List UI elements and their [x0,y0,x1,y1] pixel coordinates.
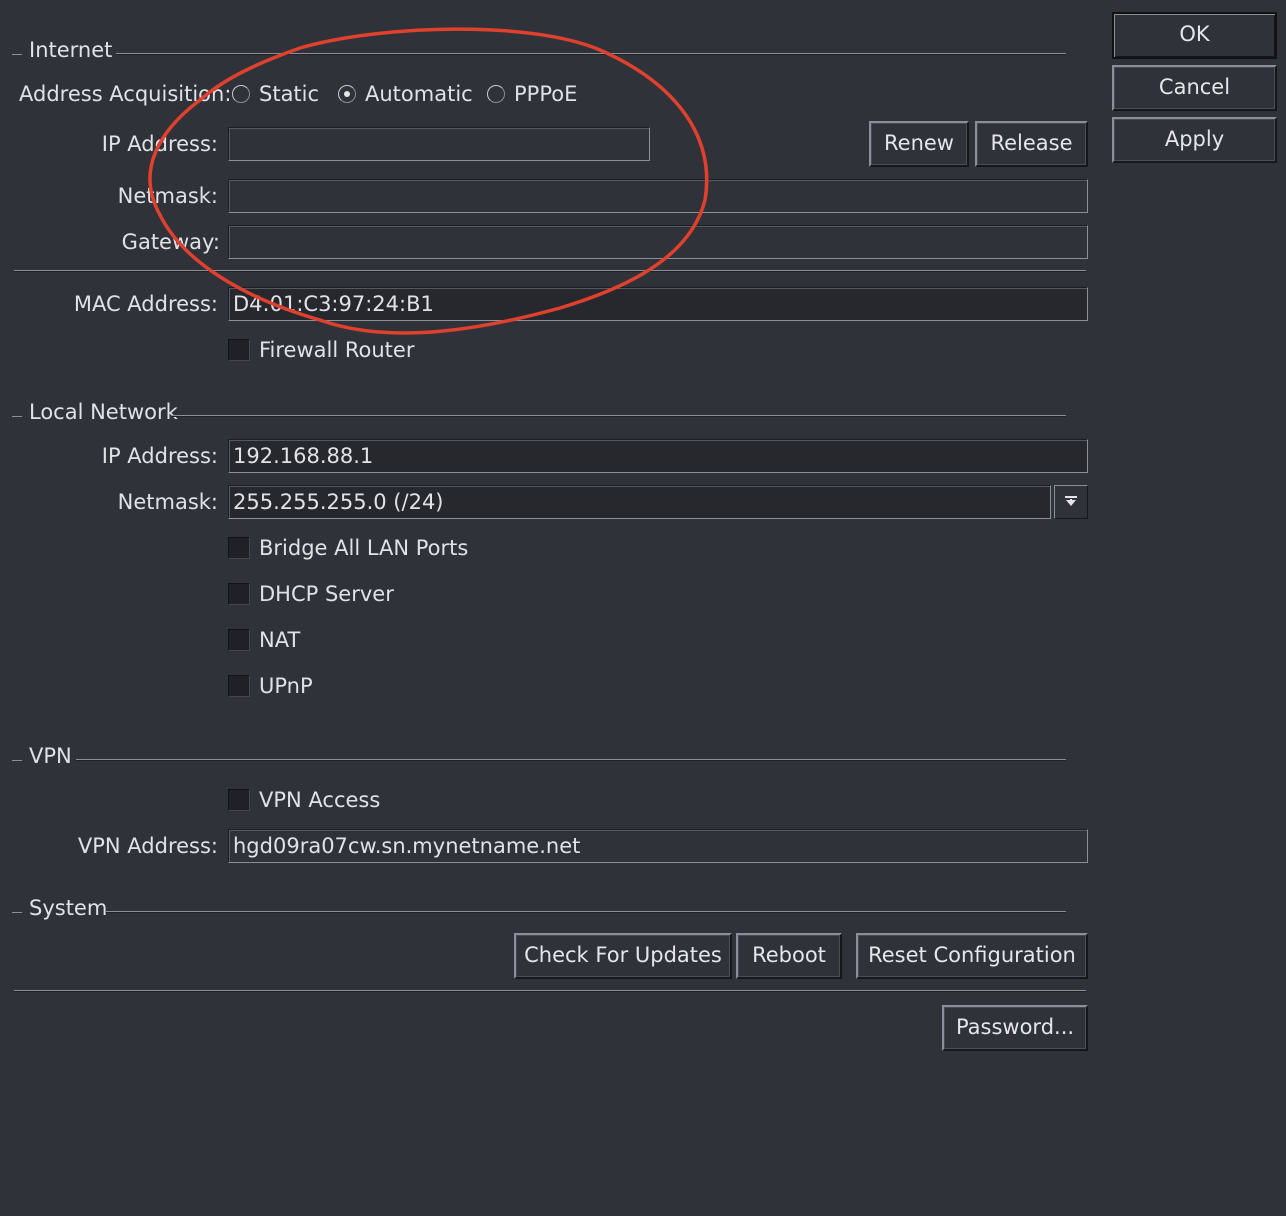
annotation-circle [148,27,709,335]
